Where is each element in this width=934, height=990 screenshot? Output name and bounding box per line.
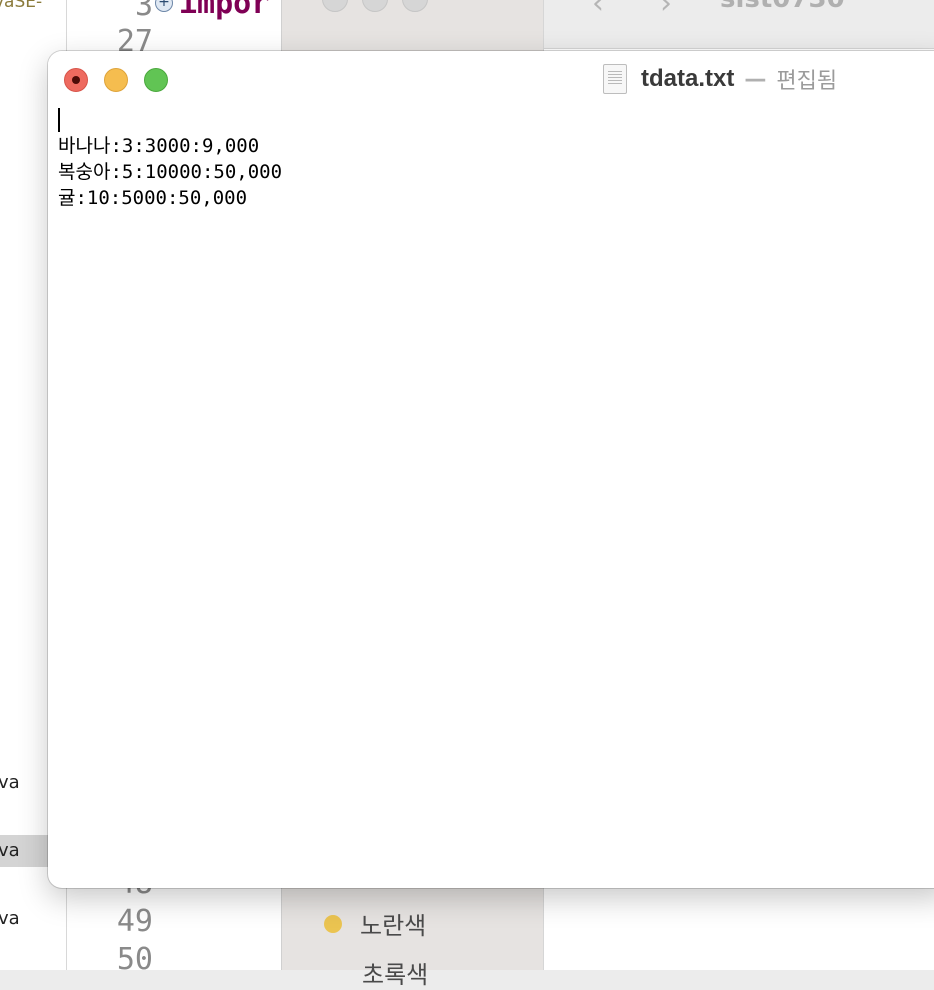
line-number: 3	[134, 0, 153, 23]
finder-minimize-button[interactable]	[362, 0, 388, 12]
file-item[interactable]: va	[0, 903, 66, 935]
close-button[interactable]	[64, 68, 88, 92]
tag-label: 노란색	[360, 912, 427, 940]
finder-maximize-button[interactable]	[402, 0, 428, 12]
back-chevron-icon[interactable]: ‹	[592, 0, 604, 21]
text-line: 바나나:3:3000:9,000	[58, 135, 260, 157]
forward-chevron-icon[interactable]: ›	[660, 0, 672, 21]
yellow-dot-icon	[324, 914, 342, 933]
line-number: 49	[116, 904, 153, 939]
tag-yellow[interactable]: 노란색	[324, 906, 426, 941]
zoom-button[interactable]	[144, 68, 168, 92]
text-document-icon[interactable]	[603, 64, 627, 94]
project-label[interactable]: vaSE-	[0, 0, 42, 12]
window-title: tdata.txt — 편집됨	[603, 63, 837, 95]
title-separator: —	[744, 66, 767, 92]
minimize-button[interactable]	[104, 68, 128, 92]
document-text-area[interactable]: 바나나:3:3000:9,000 복숭아:5:10000:50,000 귤:10…	[58, 107, 934, 888]
expand-fold-icon[interactable]: +	[155, 0, 173, 12]
edit-status: 편집됨	[776, 69, 838, 94]
textedit-window: tdata.txt — 편집됨 바나나:3:3000:9,000 복숭아:5:1…	[48, 51, 934, 888]
file-item-label: va	[0, 840, 20, 861]
tag-label: 초록색	[362, 961, 429, 989]
tag-green[interactable]: 초록색	[362, 955, 428, 990]
finder-folder-title: sist0730	[720, 0, 845, 14]
finder-close-button[interactable]	[322, 0, 348, 12]
text-line: 복숭아:5:10000:50,000	[58, 161, 283, 183]
text-caret	[58, 108, 60, 132]
window-titlebar[interactable]: tdata.txt — 편집됨	[48, 51, 934, 107]
finder-toolbar: ‹ › sist0730	[544, 0, 934, 49]
text-line: 귤:10:5000:50,000	[58, 187, 248, 209]
file-item-label: va	[0, 772, 20, 793]
code-keyword: impor	[179, 0, 270, 21]
text-line	[58, 107, 934, 133]
file-item-label: va	[0, 908, 20, 929]
window-filename[interactable]: tdata.txt	[641, 65, 734, 93]
line-number: 50	[116, 942, 153, 970]
